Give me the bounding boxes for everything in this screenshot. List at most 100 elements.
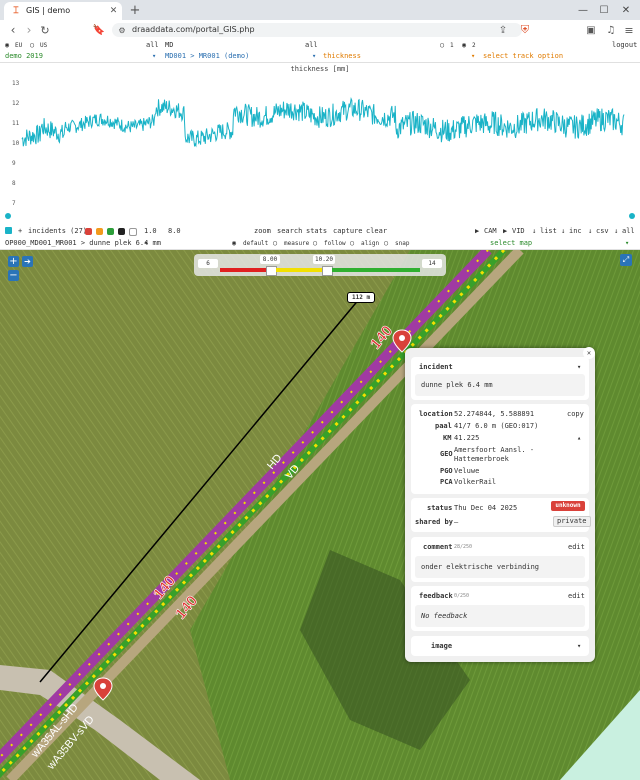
search-button[interactable]: search bbox=[277, 227, 302, 235]
track-select-chevron-icon[interactable]: ▾ bbox=[152, 52, 156, 60]
swatch-white[interactable] bbox=[129, 228, 137, 236]
feedback-text: No feedback bbox=[421, 612, 468, 620]
locate-button[interactable]: ➔ bbox=[22, 256, 33, 267]
panel-toggle-icon[interactable] bbox=[5, 227, 12, 234]
inc-download-icon[interactable]: ↓ bbox=[561, 227, 565, 235]
metric-select-chevron-icon[interactable]: ▾ bbox=[312, 52, 316, 60]
close-window-icon[interactable]: ✕ bbox=[619, 3, 633, 17]
map-select-chevron-icon[interactable]: ▾ bbox=[625, 239, 629, 247]
incident-chevron-icon[interactable]: ▾ bbox=[577, 363, 581, 371]
stats-button[interactable]: stats bbox=[306, 227, 327, 235]
md-filter-select[interactable]: MD bbox=[165, 41, 173, 49]
track-select[interactable]: MD001 > MR001 (demo) bbox=[165, 52, 249, 60]
swatch-red[interactable] bbox=[85, 228, 92, 235]
tab-close-icon[interactable]: ✕ bbox=[108, 5, 119, 16]
logout-link[interactable]: logout bbox=[612, 41, 637, 49]
geo-label: GEO bbox=[440, 450, 453, 458]
sidebar-icon[interactable]: ▣ bbox=[584, 23, 598, 37]
geo-value: Amersfoort Aansl. - Hattemerbroek bbox=[454, 446, 535, 463]
new-tab-icon[interactable]: + bbox=[128, 3, 142, 18]
client-filter-select[interactable]: all bbox=[146, 41, 159, 49]
private-button[interactable]: private bbox=[553, 516, 591, 527]
capture-button[interactable]: capture bbox=[333, 227, 363, 235]
region-eu-radio[interactable]: ◉ bbox=[5, 41, 9, 49]
share-icon[interactable]: ⇪ bbox=[496, 23, 510, 37]
list-button[interactable]: list bbox=[540, 227, 557, 235]
min-value-input[interactable]: 1.0 bbox=[144, 227, 157, 235]
zoom-button[interactable]: zoom bbox=[254, 227, 271, 235]
browser-tab[interactable]: ⌶ GIS | demo ✕ bbox=[4, 2, 122, 20]
copy-button[interactable]: copy bbox=[567, 410, 584, 418]
option-2-radio[interactable]: ◉ bbox=[462, 41, 466, 49]
option-1-radio[interactable]: ○ bbox=[440, 41, 444, 49]
comment-edit-button[interactable]: edit bbox=[568, 543, 585, 551]
favicon-icon: ⌶ bbox=[13, 6, 19, 16]
all-download-icon[interactable]: ↓ bbox=[614, 227, 618, 235]
cam-play-icon[interactable]: ▶ bbox=[475, 227, 479, 235]
region-us-radio[interactable]: ○ bbox=[30, 41, 34, 49]
image-chevron-icon[interactable]: ▾ bbox=[577, 642, 581, 650]
minimize-icon[interactable]: — bbox=[576, 3, 590, 17]
mode-default-radio[interactable]: ◉ bbox=[232, 239, 236, 247]
url-text: draaddata.com/portal_GIS.php bbox=[132, 25, 255, 34]
mode-snap-radio[interactable]: ○ bbox=[384, 239, 388, 247]
project-select[interactable]: demo 2019 bbox=[5, 52, 43, 60]
brave-shield-icon[interactable]: ⛨ bbox=[518, 23, 532, 37]
maximize-icon[interactable]: ☐ bbox=[597, 3, 611, 17]
fullscreen-icon[interactable]: ⤢ bbox=[620, 254, 632, 266]
thickness-series-line[interactable] bbox=[21, 97, 625, 148]
mr-filter-select[interactable]: all bbox=[305, 41, 318, 49]
mode-follow-radio[interactable]: ○ bbox=[313, 239, 317, 247]
url-field[interactable]: ⚙ draaddata.com/portal_GIS.php bbox=[112, 23, 522, 37]
feedback-edit-button[interactable]: edit bbox=[568, 592, 585, 600]
site-info-icon[interactable]: ⚙ bbox=[116, 24, 128, 36]
location-value: 52.274844, 5.588891 bbox=[454, 410, 535, 418]
forward-icon[interactable]: › bbox=[22, 23, 36, 37]
chart-svg[interactable]: 13 12 11 10 9 8 7 bbox=[0, 63, 640, 225]
reload-icon[interactable]: ↻ bbox=[38, 23, 52, 37]
mode-align-radio[interactable]: ○ bbox=[350, 239, 354, 247]
thickness-chart[interactable]: 13 12 11 10 9 8 7 thickness [mm] bbox=[0, 63, 640, 225]
vid-button[interactable]: VID bbox=[512, 227, 525, 235]
incident-select[interactable]: OP000_MD001_MR001 > dunne plek 6.4 mm bbox=[5, 239, 161, 247]
all-button[interactable]: all bbox=[622, 227, 635, 235]
region-us-label: US bbox=[40, 42, 48, 49]
map-select[interactable]: select map bbox=[490, 239, 532, 247]
incident-select-chevron-icon[interactable]: ▾ bbox=[144, 239, 148, 247]
incident-mode-row: OP000_MD001_MR001 > dunne plek 6.4 mm ▾ … bbox=[0, 238, 640, 250]
csv-download-icon[interactable]: ↓ bbox=[588, 227, 592, 235]
max-value-input[interactable]: 8.0 bbox=[168, 227, 181, 235]
clear-button[interactable]: clear bbox=[366, 227, 387, 235]
metric-select[interactable]: thickness bbox=[323, 52, 361, 60]
cam-button[interactable]: CAM bbox=[484, 227, 497, 235]
mode-measure-radio[interactable]: ○ bbox=[273, 239, 277, 247]
media-icon[interactable]: ♫ bbox=[604, 23, 618, 37]
location-collapse-icon[interactable]: ▴ bbox=[577, 434, 581, 442]
zoom-out-button[interactable]: − bbox=[8, 270, 19, 281]
list-download-icon[interactable]: ↓ bbox=[532, 227, 536, 235]
image-card[interactable]: image ▾ bbox=[411, 636, 589, 656]
inc-button[interactable]: inc bbox=[569, 227, 582, 235]
track-option-chevron-icon[interactable]: ▾ bbox=[471, 52, 475, 60]
track-option-select[interactable]: select track option bbox=[483, 52, 563, 60]
back-icon[interactable]: ‹ bbox=[6, 23, 20, 37]
swatch-black[interactable] bbox=[118, 228, 125, 235]
add-incident-button[interactable]: + bbox=[18, 227, 22, 235]
swatch-green[interactable] bbox=[107, 228, 114, 235]
incident-header: incident bbox=[419, 363, 453, 371]
status-date: Thu Dec 04 2025 bbox=[454, 504, 518, 512]
zoom-in-button[interactable]: + bbox=[8, 256, 19, 267]
bookmark-icon[interactable]: 🔖 bbox=[92, 23, 106, 37]
status-badge[interactable]: unknown bbox=[551, 501, 585, 511]
scale-label: 112 m bbox=[347, 292, 376, 303]
range-handle-end[interactable] bbox=[629, 213, 635, 219]
tab-title: GIS | demo bbox=[26, 6, 71, 15]
vid-play-icon[interactable]: ▶ bbox=[503, 227, 507, 235]
range-handle-start[interactable] bbox=[5, 213, 11, 219]
mode-measure-label: measure bbox=[284, 240, 310, 247]
csv-button[interactable]: csv bbox=[596, 227, 609, 235]
menu-icon[interactable]: ≡ bbox=[622, 23, 636, 37]
incidents-count[interactable]: incidents (27) bbox=[28, 227, 87, 235]
paal-label: paal bbox=[435, 422, 452, 430]
swatch-orange[interactable] bbox=[96, 228, 103, 235]
